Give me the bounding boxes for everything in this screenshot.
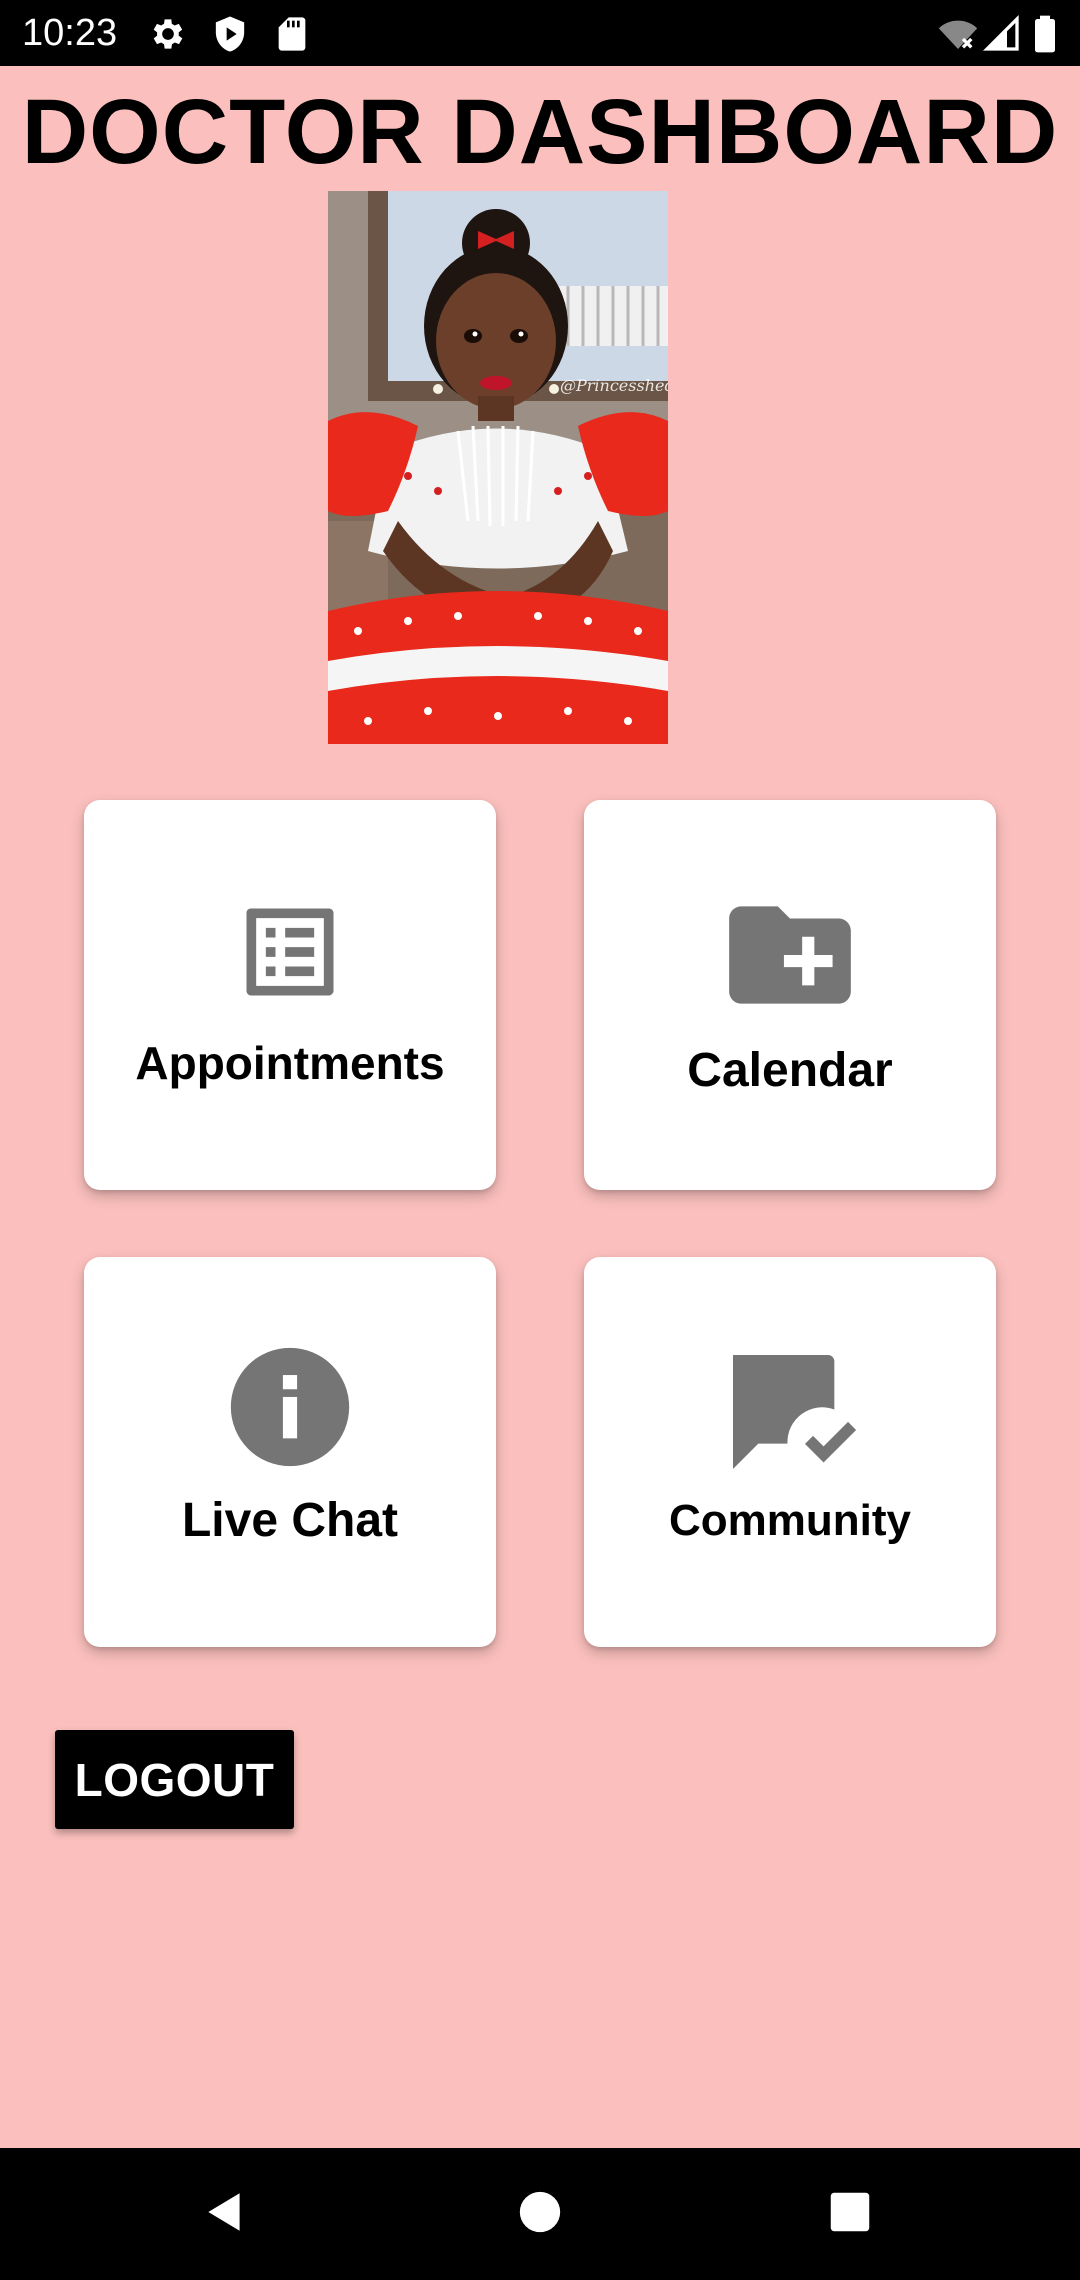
shield-play-icon xyxy=(210,14,250,54)
calendar-card[interactable]: Calendar xyxy=(584,800,996,1190)
battery-icon xyxy=(1030,14,1070,54)
live-chat-card[interactable]: Live Chat xyxy=(84,1257,496,1647)
folder-add-icon xyxy=(717,882,863,1033)
chat-check-icon xyxy=(714,1336,866,1493)
appointments-card[interactable]: Appointments xyxy=(84,800,496,1190)
gear-icon xyxy=(148,14,188,54)
profile-photo: @Princesshedo xyxy=(328,191,668,744)
wifi-off-icon xyxy=(938,14,978,54)
appointments-label: Appointments xyxy=(135,1037,445,1089)
home-icon xyxy=(518,2190,562,2239)
live-chat-label: Live Chat xyxy=(181,1494,399,1547)
recents-icon xyxy=(829,2191,871,2238)
page-title: DOCTOR DASHBOARD xyxy=(21,81,1059,183)
calendar-label: Calendar xyxy=(687,1044,893,1097)
info-icon xyxy=(219,1336,361,1483)
back-icon xyxy=(200,2187,250,2242)
community-label: Community xyxy=(669,1496,911,1545)
nav-bar xyxy=(0,2148,1080,2280)
logout-button[interactable]: LOGOUT xyxy=(55,1730,294,1829)
photo-watermark: @Princesshedo xyxy=(560,376,668,395)
back-button[interactable] xyxy=(145,2148,305,2280)
recents-button[interactable] xyxy=(770,2148,930,2280)
list-icon xyxy=(232,894,348,1015)
sd-card-icon xyxy=(272,14,312,54)
status-time: 10:23 xyxy=(22,12,118,54)
community-card[interactable]: Community xyxy=(584,1257,996,1647)
status-bar: 10:23 xyxy=(0,0,1080,66)
cell-signal-icon xyxy=(982,14,1022,54)
home-button[interactable] xyxy=(460,2148,620,2280)
